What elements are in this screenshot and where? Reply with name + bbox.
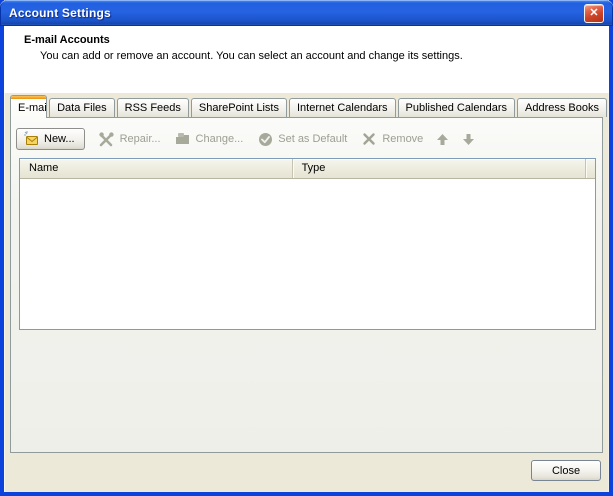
repair-tools-icon — [99, 131, 115, 147]
window-title: Account Settings — [0, 6, 111, 20]
page-title: E-mail Accounts — [24, 34, 609, 46]
tabstrip: E-mail Data Files RSS Feeds SharePoint L… — [4, 93, 609, 117]
set-as-default-label: Set as Default — [278, 133, 347, 145]
accounts-list-body[interactable] — [20, 179, 595, 329]
email-tab-panel: New... Repair... — [10, 117, 603, 453]
tab-rss-feeds[interactable]: RSS Feeds — [117, 98, 189, 117]
move-up-button[interactable] — [436, 133, 449, 146]
titlebar[interactable]: Account Settings ✕ — [0, 0, 613, 26]
accounts-toolbar: New... Repair... — [11, 118, 602, 154]
accounts-list-header: Name Type — [20, 159, 595, 179]
column-header-spacer — [586, 159, 595, 178]
close-window-button[interactable]: ✕ — [584, 4, 604, 23]
change-account-button[interactable]: Change... — [175, 131, 244, 147]
tab-sharepoint-lists[interactable]: SharePoint Lists — [191, 98, 287, 117]
tab-internet-calendars[interactable]: Internet Calendars — [289, 98, 396, 117]
new-mail-icon — [23, 131, 39, 147]
move-down-icon — [462, 133, 475, 146]
column-header-type[interactable]: Type — [293, 159, 586, 178]
repair-account-button[interactable]: Repair... — [99, 131, 161, 147]
column-header-name[interactable]: Name — [20, 159, 293, 178]
remove-account-button[interactable]: Remove — [361, 131, 423, 147]
remove-account-label: Remove — [382, 133, 423, 145]
close-button[interactable]: Close — [531, 460, 601, 481]
new-account-button[interactable]: New... — [16, 128, 85, 150]
move-down-button[interactable] — [462, 133, 475, 146]
tab-data-files[interactable]: Data Files — [49, 98, 115, 117]
close-icon: ✕ — [589, 7, 598, 19]
repair-account-label: Repair... — [120, 133, 161, 145]
dialog-body: E-mail Accounts You can add or remove an… — [4, 26, 609, 492]
header-band: E-mail Accounts You can add or remove an… — [4, 26, 609, 93]
tab-address-books[interactable]: Address Books — [517, 98, 607, 117]
set-default-check-icon — [257, 131, 273, 147]
new-account-label: New... — [44, 133, 75, 145]
move-up-icon — [436, 133, 449, 146]
set-as-default-button[interactable]: Set as Default — [257, 131, 347, 147]
change-account-label: Change... — [196, 133, 244, 145]
account-settings-dialog: Account Settings ✕ E-mail Accounts You c… — [0, 0, 613, 496]
accounts-list[interactable]: Name Type — [19, 158, 596, 330]
tab-published-calendars[interactable]: Published Calendars — [398, 98, 516, 117]
remove-x-icon — [361, 131, 377, 147]
change-icon — [175, 131, 191, 147]
page-subtitle: You can add or remove an account. You ca… — [40, 50, 609, 62]
tab-email[interactable]: E-mail — [10, 95, 47, 118]
